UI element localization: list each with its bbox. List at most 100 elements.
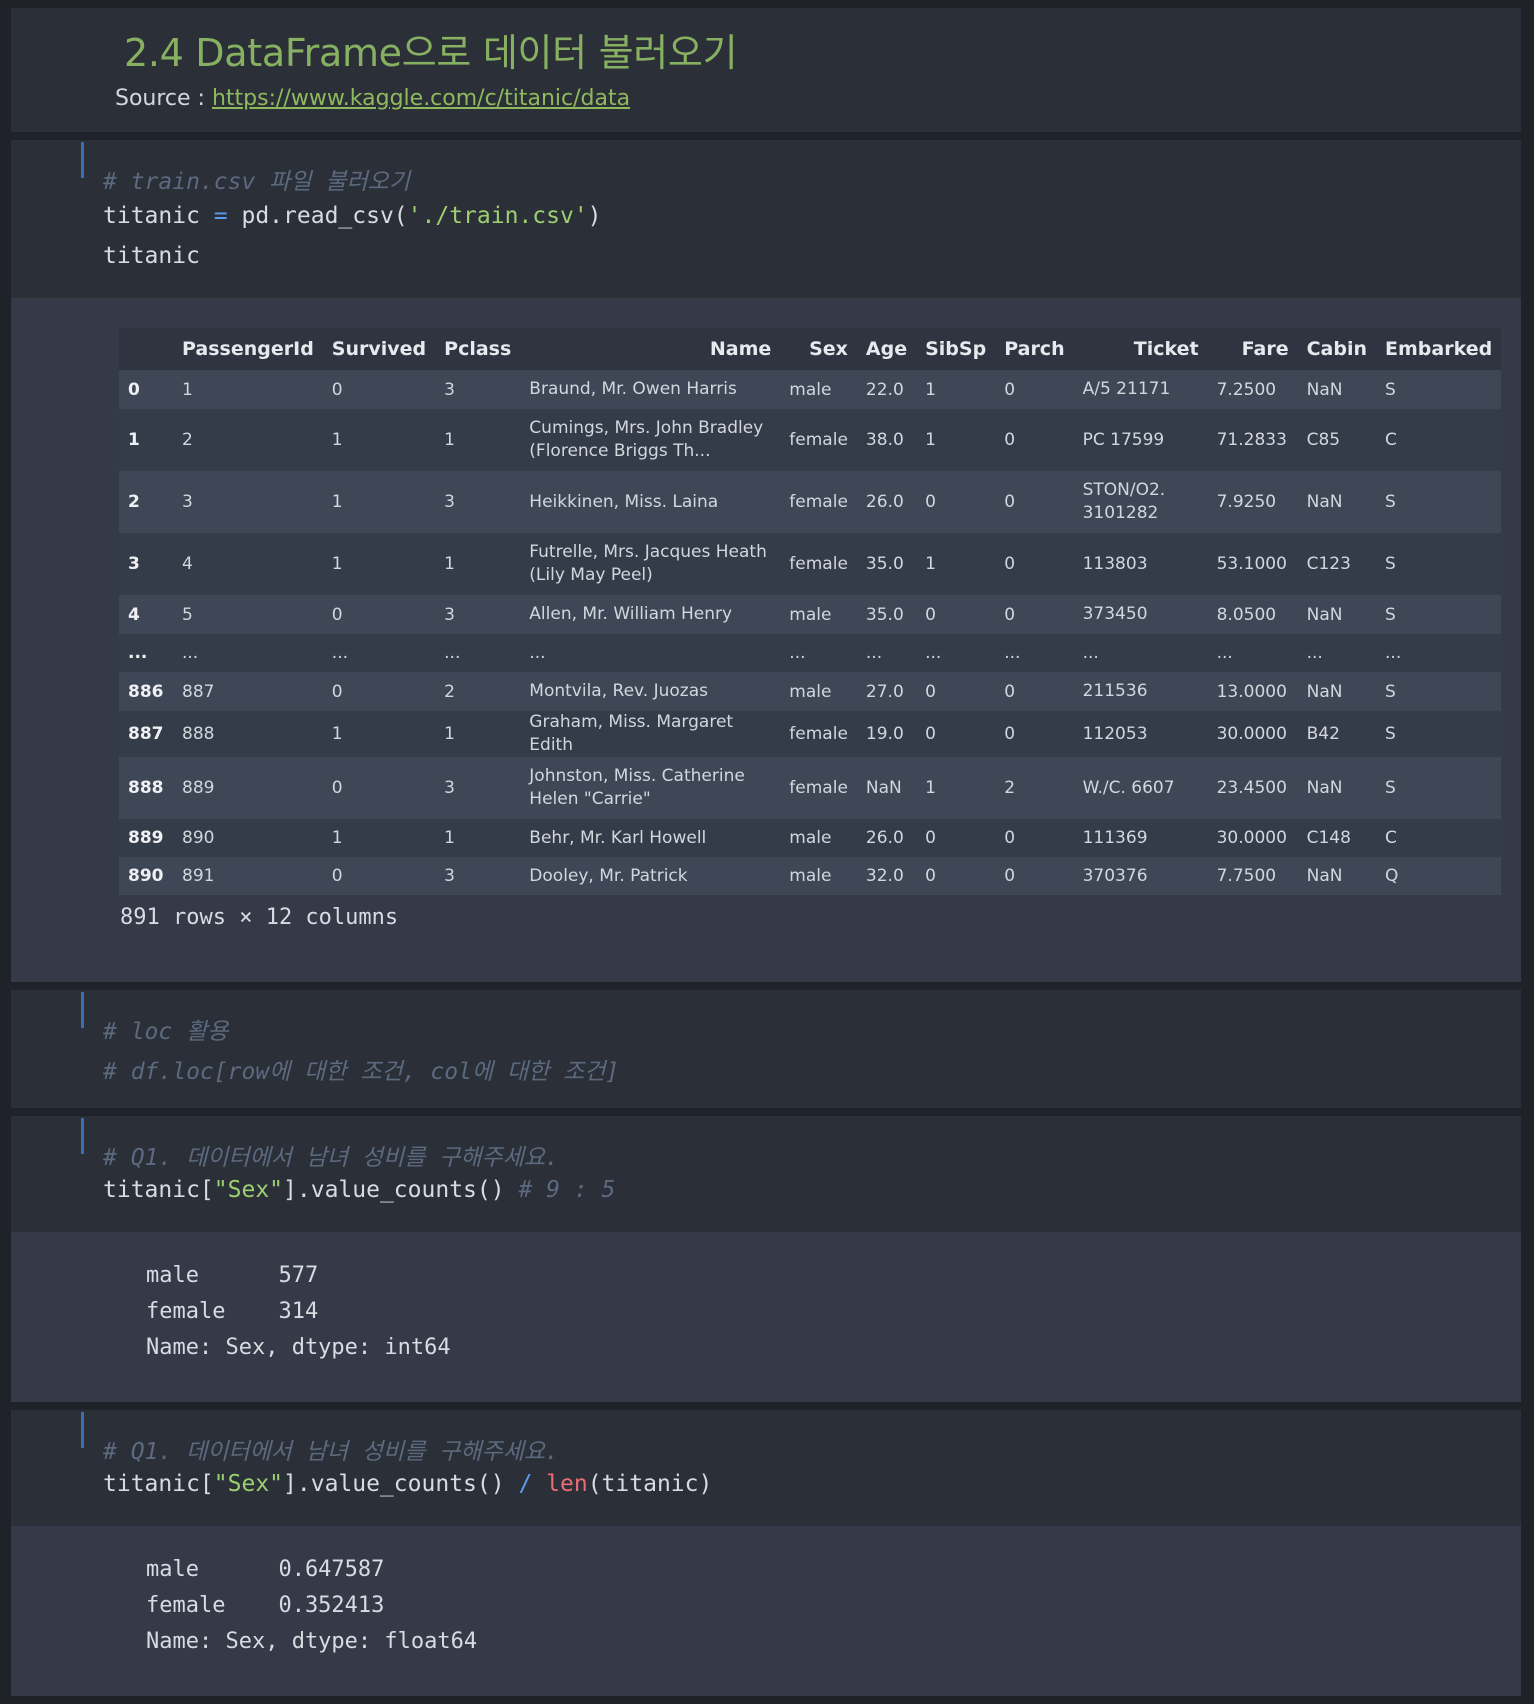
table-cell: C123 — [1306, 554, 1351, 574]
table-cell: S — [1385, 554, 1396, 574]
table-cell: 3 — [182, 492, 193, 512]
row-index: ... — [128, 643, 148, 663]
cell-input[interactable]: # Q1. 데이터에서 남녀 성비를 구해주세요. titanic["Sex"]… — [11, 1116, 1521, 1232]
source-label: Source : — [115, 86, 212, 111]
table-cell: ... — [1306, 643, 1323, 663]
table-cell: 27.0 — [865, 681, 904, 702]
table-cell: 1 — [925, 379, 936, 400]
cell-input[interactable]: # loc 활용 # df.loc[row에 대한 조건, col에 대한 조건… — [11, 990, 1521, 1108]
table-row: 886 887 0 2 Montvila, Rev. Juozas male 27.0 0 0 2… — [119, 672, 1502, 711]
table-cell: 0 — [925, 724, 936, 744]
dataframe-table: PassengerId Survived Pclass Name Sex Age… — [119, 328, 1502, 895]
table-cell: S — [1385, 379, 1396, 400]
table-cell: 1 — [331, 554, 343, 574]
table-cell: ... — [865, 643, 883, 663]
table-cell: 4 — [182, 554, 193, 574]
code-cell-value-counts[interactable]: # Q1. 데이터에서 남녀 성비를 구해주세요. titanic["Sex"]… — [11, 1116, 1521, 1402]
code-comment: # Q1. 데이터에서 남녀 성비를 구해주세요. — [103, 1145, 559, 1171]
table-cell: W./C. 6607 — [1082, 777, 1175, 798]
table-cell: C85 — [1306, 430, 1341, 450]
table-cell: 0 — [1004, 430, 1016, 450]
dataframe-shape: 891 rows × 12 columns — [120, 905, 399, 930]
table-cell: 7.2500 — [1216, 379, 1277, 400]
table-cell: 373450 — [1082, 604, 1148, 624]
table-cell: Heikkinen, Miss. Laina — [529, 491, 719, 512]
table-cell: 0 — [925, 492, 936, 512]
table-cell: male — [789, 866, 832, 886]
table-cell: 889 — [182, 778, 215, 798]
table-cell: 3 — [444, 492, 455, 512]
table-cell: ... — [182, 643, 199, 663]
table-cell: Dooley, Mr. Patrick — [529, 865, 688, 886]
table-cell: 26.0 — [865, 492, 904, 512]
table-cell: 0 — [1004, 828, 1016, 848]
cell-input[interactable]: # Q1. 데이터에서 남녀 성비를 구해주세요. titanic["Sex"]… — [11, 1410, 1521, 1526]
table-cell: ... — [1216, 643, 1233, 663]
markdown-cell[interactable]: 2.4 DataFrame으로 데이터 불러오기 Source : https:… — [11, 8, 1521, 132]
table-cell: female — [789, 724, 848, 744]
table-cell: 71.2833 — [1216, 430, 1287, 450]
table-cell: Cumings, Mrs. John Bradley (Florence Bri… — [529, 418, 764, 461]
table-cell: 0 — [331, 681, 343, 702]
cell-input[interactable]: # train.csv 파일 불러오기 titanic = pd.read_cs… — [11, 140, 1521, 298]
table-cell: 112053 — [1082, 723, 1148, 744]
source-link[interactable]: https://www.kaggle.com/c/titanic/data — [212, 86, 630, 111]
table-cell: 113803 — [1082, 553, 1148, 574]
column-header: Fare — [1241, 338, 1289, 360]
table-cell: 23.4500 — [1216, 778, 1287, 798]
section-title: 2.4 DataFrame으로 데이터 불러오기 — [124, 31, 738, 75]
table-cell: 0 — [925, 681, 936, 702]
table-cell: S — [1385, 681, 1396, 702]
row-index: 888 — [128, 778, 164, 798]
code-cell-loc[interactable]: # loc 활용 # df.loc[row에 대한 조건, col에 대한 조건… — [11, 990, 1521, 1108]
table-cell: 0 — [331, 604, 343, 625]
table-cell: female — [789, 492, 848, 512]
index-header — [119, 328, 173, 370]
row-index: 3 — [128, 554, 140, 574]
code-cell-ratio[interactable]: # Q1. 데이터에서 남녀 성비를 구해주세요. titanic["Sex"]… — [11, 1410, 1521, 1696]
code-comment: # train.csv 파일 불러오기 — [103, 169, 410, 195]
table-row: 887 888 1 1 Graham, Miss. Margaret Edith fema… — [119, 711, 1502, 757]
table-row: 889 890 1 1 Behr, Mr. Karl Howell male 26.0 0 0 1… — [119, 819, 1502, 857]
table-cell: ... — [444, 643, 461, 663]
series-output: male 577 female 314 Name: Sex, dtype: in… — [146, 1263, 451, 1360]
table-cell: 1 — [925, 554, 936, 574]
table-cell: STON/O2. 3101282 — [1082, 480, 1166, 523]
table-row: 1 2 1 1 Cumings, Mrs. John Bradley (Florence… — [119, 409, 1502, 471]
table-row: 2 3 1 3 Heikkinen, Miss. Laina female 26.0 0 0 ST… — [119, 471, 1502, 533]
table-cell: Montvila, Rev. Juozas — [529, 681, 708, 701]
row-index: 887 — [128, 724, 164, 744]
code-line-read-csv: titanic = pd.read_csv('./train.csv') — [103, 203, 602, 229]
table-cell: NaN — [865, 778, 902, 798]
row-index: 2 — [128, 492, 140, 512]
cell-output: male 0.647587 female 0.352413 Name: Sex,… — [11, 1526, 1521, 1696]
table-cell: 1 — [444, 828, 455, 848]
table-cell: 111369 — [1082, 827, 1148, 848]
table-row: 888 889 0 3 Johnston, Miss. Catherine Helen … — [119, 757, 1502, 819]
table-cell: Johnston, Miss. Catherine Helen "Carrie" — [529, 766, 745, 809]
table-cell: 26.0 — [865, 828, 904, 848]
table-cell: C — [1385, 828, 1397, 848]
table-cell: 0 — [1004, 379, 1016, 400]
code-line-ratio: titanic["Sex"].value_counts() / len(tita… — [103, 1471, 713, 1497]
table-cell: 30.0000 — [1216, 724, 1287, 744]
table-cell: 1 — [331, 492, 343, 512]
column-header: PassengerId — [182, 338, 314, 360]
table-cell: C148 — [1306, 828, 1351, 848]
table-cell: 3 — [444, 604, 455, 625]
table-cell: male — [789, 681, 832, 702]
table-cell: Braund, Mr. Owen Harris — [529, 379, 737, 399]
table-cell: ... — [1082, 642, 1099, 663]
table-cell: 38.0 — [865, 430, 904, 450]
table-cell: 890 — [182, 828, 215, 848]
table-row: 890 891 0 3 Dooley, Mr. Patrick male 32.0 0 0 370… — [119, 857, 1502, 895]
table-cell: ... — [1004, 643, 1021, 663]
table-cell: PC 17599 — [1082, 429, 1165, 450]
row-index: 890 — [128, 866, 164, 886]
table-cell: 1 — [925, 430, 936, 450]
table-cell: female — [789, 430, 848, 450]
table-cell: NaN — [1306, 866, 1343, 886]
cell-prompt-bar — [81, 1412, 84, 1448]
code-comment: # loc 활용 — [103, 1019, 229, 1045]
table-cell: 53.1000 — [1216, 554, 1287, 574]
